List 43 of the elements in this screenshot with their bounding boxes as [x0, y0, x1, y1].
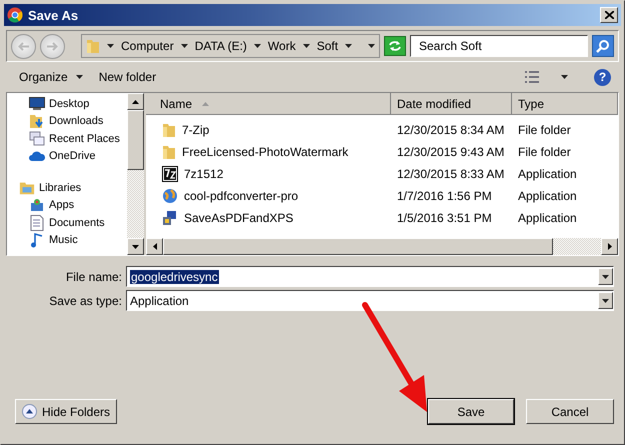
- cancel-button[interactable]: Cancel: [526, 399, 614, 424]
- file-name-cell[interactable]: 7-Zip: [146, 122, 391, 138]
- sidebar-item[interactable]: Libraries: [7, 179, 127, 196]
- date-cell-text: 12/30/2015 8:33 AM: [396, 167, 506, 181]
- breadcrumb[interactable]: DATA (E:): [194, 39, 247, 53]
- breadcrumb[interactable]: Work: [268, 39, 296, 53]
- sidebar-item[interactable]: OneDrive: [7, 148, 127, 165]
- date-cell-text: 12/30/2015 9:43 AM: [396, 145, 506, 159]
- column-header[interactable]: Type: [512, 93, 618, 115]
- type-cell-text: File folder: [517, 123, 571, 137]
- hide-folders-button[interactable]: Hide Folders: [15, 399, 118, 424]
- date-cell-text: 1/7/2016 1:56 PM: [396, 189, 493, 203]
- breadcrumb[interactable]: Computer: [121, 39, 174, 53]
- sidebar-item[interactable]: Apps: [7, 196, 127, 214]
- sidebar-item[interactable]: Downloads: [7, 112, 127, 130]
- file-name-combobox[interactable]: googledrivesync: [126, 266, 614, 287]
- window-title: Save As: [28, 8, 80, 22]
- sidebar-item[interactable]: Music: [7, 232, 127, 249]
- new-folder-button[interactable]: New folder: [94, 67, 162, 87]
- save-button[interactable]: Save: [428, 399, 514, 424]
- type-cell-text: File folder: [517, 145, 571, 159]
- field-label: File name:: [64, 270, 122, 284]
- type-cell-text: Application: [517, 211, 577, 225]
- column-header[interactable]: Name: [146, 93, 391, 115]
- help-button[interactable]: ?: [594, 68, 611, 86]
- search-field[interactable]: Search Soft: [410, 35, 588, 57]
- file-name-cell[interactable]: cool-pdfconverter-pro: [146, 188, 391, 204]
- breadcrumb[interactable]: Soft: [316, 39, 338, 53]
- date-cell-text: 1/5/2016 3:51 PM: [396, 211, 493, 225]
- save-as-type-combobox[interactable]: Application: [126, 290, 614, 311]
- file-name-cell[interactable]: SaveAsPDFandXPS: [146, 210, 391, 226]
- sidebar-item[interactable]: Desktop: [7, 95, 127, 112]
- sidebar-item[interactable]: Documents: [7, 214, 127, 232]
- file-name-cell[interactable]: FreeLicensed-PhotoWatermark: [146, 144, 391, 160]
- field-label: Save as type:: [48, 294, 122, 308]
- file-name-cell[interactable]: 7z1512: [146, 166, 391, 182]
- type-cell-text: Application: [517, 189, 577, 203]
- sidebar-item[interactable]: Recent Places: [7, 130, 127, 148]
- date-cell-text: 12/30/2015 8:34 AM: [396, 123, 506, 137]
- address-bar[interactable]: Computer DATA (E:) Work Soft: [81, 34, 380, 58]
- organize-menu[interactable]: Organize: [14, 67, 88, 87]
- column-header[interactable]: Date modified: [391, 93, 512, 115]
- type-cell-text: Application: [517, 167, 577, 181]
